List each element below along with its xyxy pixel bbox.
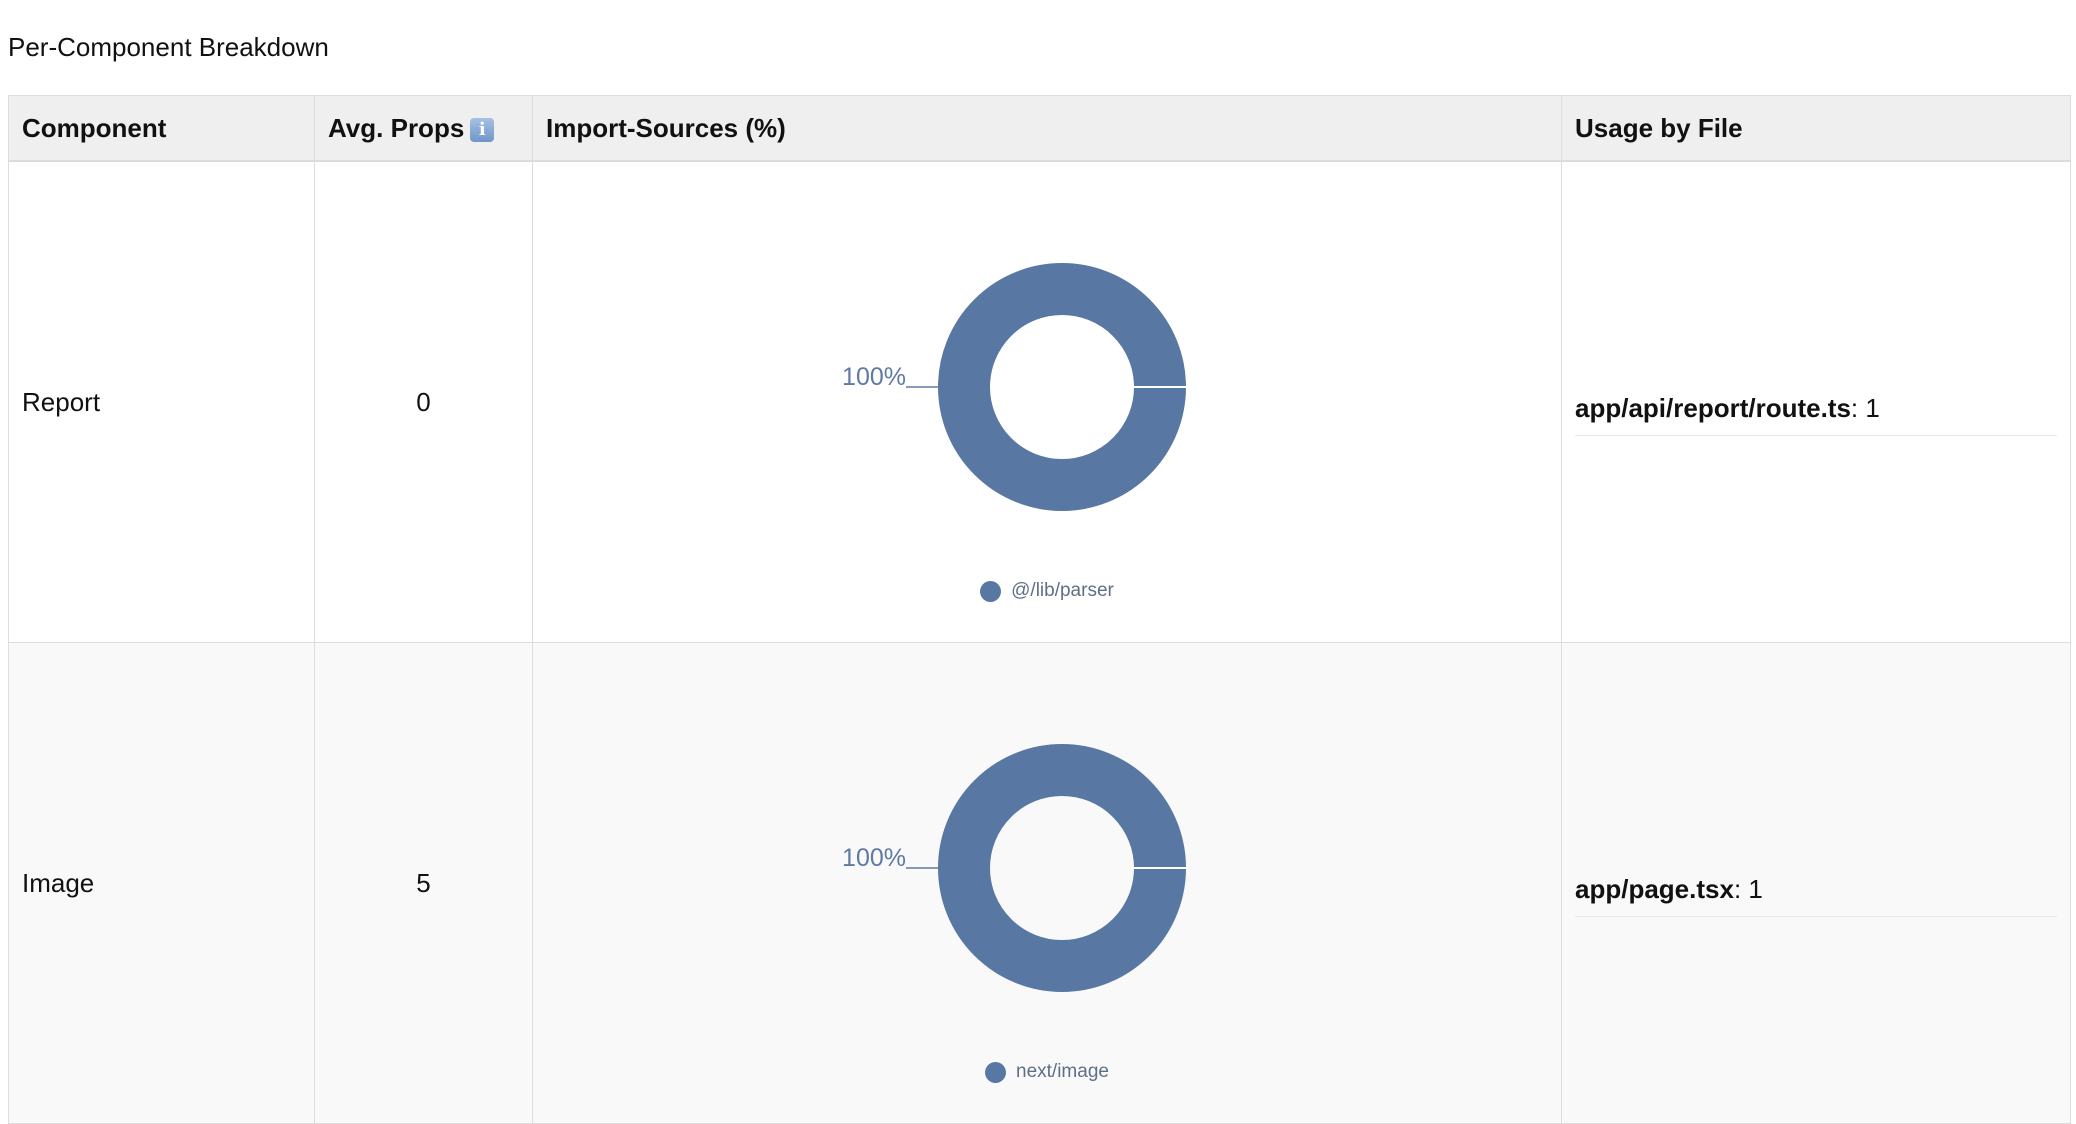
- avg-props-cell: 0: [314, 160, 533, 643]
- header-component-label: Component: [22, 112, 167, 143]
- avg-props-value: 0: [416, 386, 431, 417]
- header-import-sources[interactable]: Import-Sources (%): [532, 95, 1562, 162]
- header-component[interactable]: Component: [8, 95, 315, 162]
- legend-label: @/lib/parser: [1011, 580, 1114, 601]
- donut-slice[interactable]: [938, 263, 1186, 511]
- table-row: Report 0 100% @/lib/parser app/api/repor…: [8, 160, 2071, 643]
- legend-swatch: [985, 1061, 1007, 1083]
- component-name: Image: [22, 867, 95, 898]
- legend-item[interactable]: @/lib/parser: [980, 580, 1114, 602]
- usage-entry: app/page.tsx: 1: [1575, 874, 2057, 917]
- component-name-cell: Image: [8, 642, 315, 1124]
- component-name-cell: Report: [8, 160, 315, 643]
- component-name: Report: [22, 386, 101, 417]
- usage-entry: app/api/report/route.ts: 1: [1575, 393, 2057, 436]
- data-label: 100%: [842, 363, 906, 391]
- usage-by-file-cell: app/api/report/route.ts: 1: [1561, 160, 2071, 643]
- usage-count: : 1: [1733, 873, 1763, 904]
- donut-chart: 100% @/lib/parser: [546, 162, 1548, 642]
- legend-label: next/image: [1016, 1061, 1109, 1082]
- data-label: 100%: [842, 844, 906, 872]
- header-usage-by-file[interactable]: Usage by File: [1561, 95, 2071, 162]
- donut-slice[interactable]: [938, 744, 1186, 992]
- usage-count: : 1: [1850, 392, 1880, 423]
- usage-file-name: app/page.tsx: [1575, 873, 1734, 904]
- section-title: Per-Component Breakdown: [8, 32, 329, 62]
- table-header-row: Component Avg. Props i Import-Sources (%)…: [8, 95, 2071, 162]
- table-row: Image 5 100% next/image app/page.tsx: 1: [8, 642, 2071, 1124]
- header-usage-by-file-label: Usage by File: [1575, 112, 1743, 143]
- usage-by-file-cell: app/page.tsx: 1: [1561, 642, 2071, 1124]
- info-icon[interactable]: i: [470, 117, 495, 142]
- donut-chart-svg: 100%: [842, 744, 1186, 992]
- usage-file-name: app/api/report/route.ts: [1575, 392, 1851, 423]
- import-sources-chart-cell: 100% next/image: [532, 642, 1562, 1124]
- header-avg-props-label: Avg. Props: [328, 112, 465, 143]
- header-import-sources-label: Import-Sources (%): [546, 112, 786, 143]
- donut-chart-svg: 100%: [842, 263, 1186, 511]
- legend-item[interactable]: next/image: [985, 1061, 1109, 1083]
- header-avg-props[interactable]: Avg. Props i: [314, 95, 533, 162]
- legend-swatch: [980, 580, 1002, 602]
- component-breakdown-table: Component Avg. Props i Import-Sources (%)…: [8, 95, 2071, 1124]
- avg-props-cell: 5: [314, 642, 533, 1124]
- import-sources-chart-cell: 100% @/lib/parser: [532, 160, 1562, 643]
- donut-chart: 100% next/image: [546, 643, 1548, 1123]
- avg-props-value: 5: [416, 867, 431, 898]
